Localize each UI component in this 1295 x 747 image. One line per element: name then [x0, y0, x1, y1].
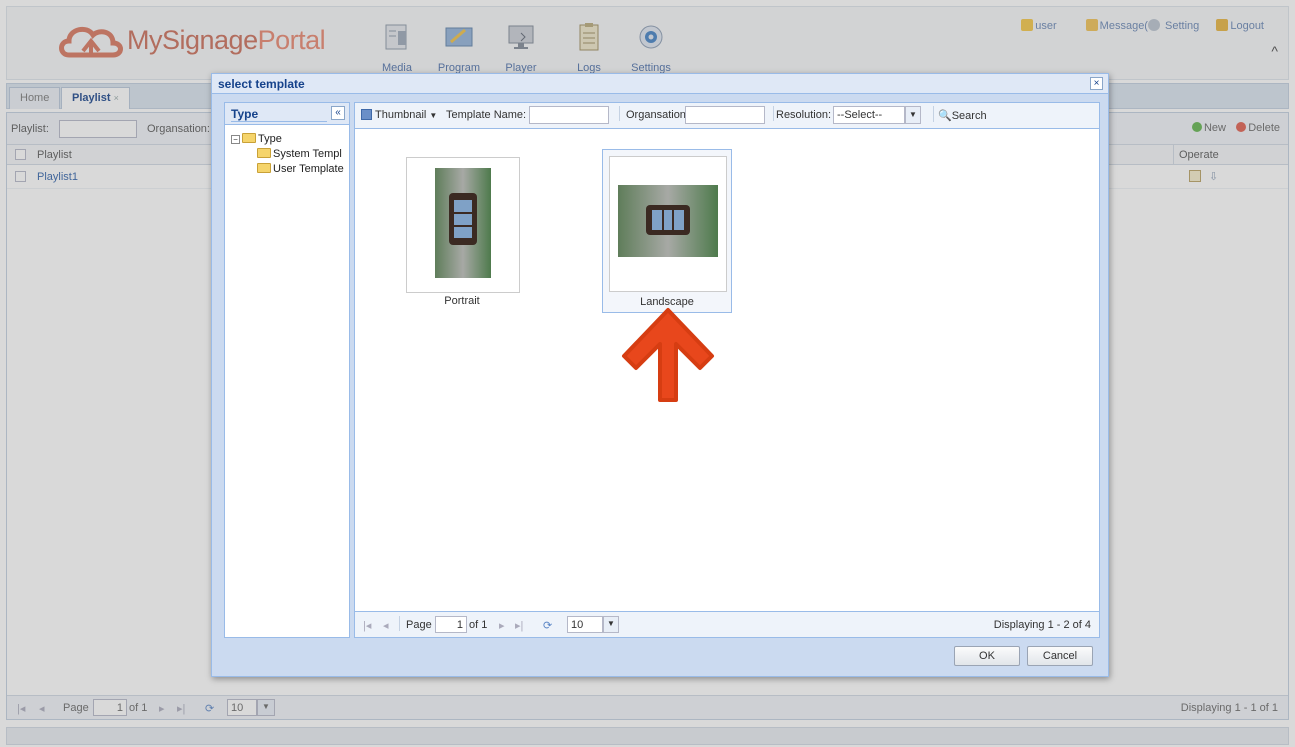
template-name-portrait: Portrait: [444, 295, 480, 307]
type-panel-header: Type «: [225, 103, 349, 125]
close-icon[interactable]: ×: [1090, 77, 1103, 90]
resolution-label: Resolution:: [773, 106, 831, 121]
thumbnail-view-icon: [361, 109, 372, 120]
tree-node-type[interactable]: − Type: [231, 133, 282, 145]
page-of-label: of 1: [469, 619, 488, 631]
template-pager: |◂ ◂ Page 1 of 1 ▸ ▸| ⟳ 10 ▼ Displaying …: [355, 611, 1099, 637]
collapse-panel-icon[interactable]: «: [331, 106, 345, 120]
template-name-input[interactable]: [529, 106, 609, 124]
template-thumbnail-landscape[interactable]: [609, 156, 727, 292]
template-toolbar: Thumbnail ▼ Template Name: Organsation: …: [355, 103, 1099, 129]
type-tree-panel: Type « − Type System Templ User Template: [224, 102, 350, 638]
dropdown-arrow-icon: ▼: [429, 111, 438, 120]
organisation-input[interactable]: [685, 106, 765, 124]
film-reel-image: [618, 185, 718, 257]
organisation-label: Organsation:: [619, 106, 689, 121]
view-mode-label: Thumbnail: [375, 109, 427, 121]
search-icon: 🔍: [938, 110, 952, 122]
tree-node-user-templates[interactable]: User Template: [257, 163, 349, 175]
folder-icon: [257, 163, 271, 173]
arrow-up-icon: [622, 308, 714, 402]
next-page-icon[interactable]: ▸: [499, 619, 505, 632]
search-button[interactable]: 🔍Search: [933, 106, 987, 122]
template-panel: Thumbnail ▼ Template Name: Organsation: …: [354, 102, 1100, 638]
tree-node-user-label: User Template: [273, 163, 344, 175]
last-page-icon[interactable]: ▸|: [515, 619, 523, 632]
page-size-select[interactable]: 10: [567, 616, 603, 633]
folder-icon: [257, 148, 271, 158]
page-size-dropdown-icon[interactable]: ▼: [603, 616, 619, 633]
template-name-label: Template Name:: [446, 109, 527, 121]
tree-node-type-label: Type: [258, 133, 282, 145]
first-page-icon[interactable]: |◂: [363, 619, 371, 632]
template-thumbnail-portrait[interactable]: [406, 157, 520, 293]
tree-node-system-label: System Templ: [273, 148, 342, 160]
template-card-portrait[interactable]: Portrait: [403, 153, 521, 311]
resolution-select[interactable]: --Select--: [833, 106, 905, 124]
dialog-title: select template: [218, 77, 305, 91]
tree-node-system-templates[interactable]: System Templ: [257, 148, 349, 160]
type-panel-title: Type: [231, 107, 259, 121]
display-count: Displaying 1 - 2 of 4: [993, 619, 1091, 631]
dialog-title-bar[interactable]: select template ×: [212, 74, 1108, 94]
folder-open-icon: [242, 133, 256, 143]
page-label: Page: [399, 616, 432, 631]
dialog-button-bar: OK Cancel: [212, 638, 1108, 676]
template-thumbnail-grid: Portrait Landscape: [355, 129, 1099, 613]
prev-page-icon[interactable]: ◂: [383, 619, 389, 632]
page-number-input[interactable]: 1: [435, 616, 467, 633]
refresh-icon[interactable]: ⟳: [543, 619, 552, 632]
ok-button[interactable]: OK: [954, 646, 1020, 666]
film-reel-image: [435, 168, 491, 278]
cancel-button[interactable]: Cancel: [1027, 646, 1093, 666]
resolution-dropdown-icon[interactable]: ▼: [905, 106, 921, 124]
tree-expander-icon[interactable]: −: [231, 135, 240, 144]
view-mode-button[interactable]: Thumbnail ▼: [361, 109, 437, 121]
search-label: Search: [951, 110, 987, 122]
template-card-landscape[interactable]: Landscape: [602, 149, 732, 313]
